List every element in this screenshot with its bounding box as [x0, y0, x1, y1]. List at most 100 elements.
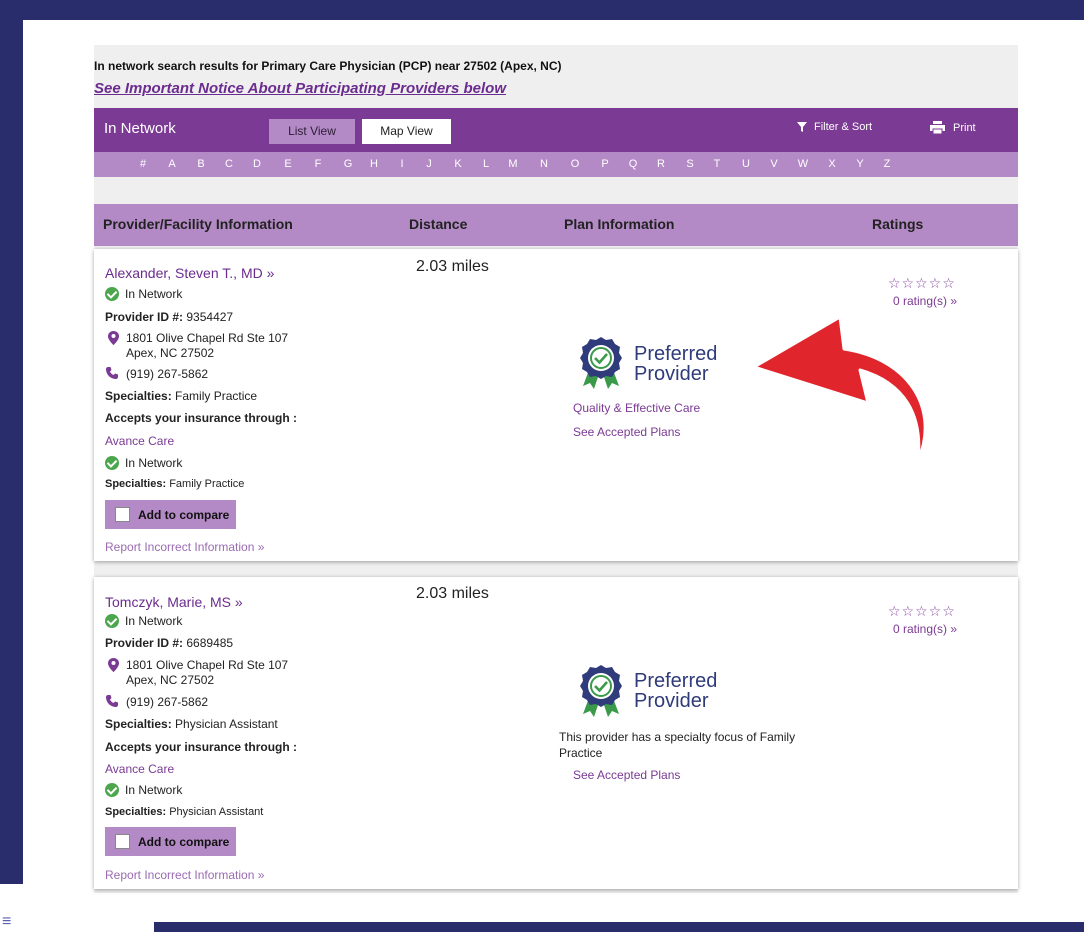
- alpha-filter-a[interactable]: A: [166, 158, 178, 170]
- check-icon: [105, 614, 119, 628]
- star-rating-icon[interactable]: ☆☆☆☆☆: [888, 275, 956, 292]
- group-specialties-label: Specialties:: [105, 478, 167, 490]
- group-specialties: Specialties: Family Practice: [105, 478, 244, 490]
- provider-id: Provider ID #: 6689485: [105, 636, 233, 650]
- provider-id-label: Provider ID #:: [105, 636, 184, 650]
- specialties-value: Family Practice: [175, 389, 258, 403]
- alpha-filter-l[interactable]: L: [480, 158, 492, 170]
- alpha-filter-i[interactable]: I: [396, 158, 408, 170]
- compare-label: Add to compare: [138, 834, 230, 849]
- preferred-label-line2: Provider: [634, 690, 709, 712]
- address-line1: 1801 Olive Chapel Rd Ste 107: [126, 331, 289, 345]
- network-toolbar: [94, 108, 1018, 152]
- provider-name-link[interactable]: Alexander, Steven T., MD »: [105, 265, 274, 281]
- add-to-compare-button[interactable]: Add to compare: [105, 827, 236, 856]
- provider-id-value: 6689485: [186, 636, 234, 650]
- alpha-filter-p[interactable]: P: [599, 158, 611, 170]
- accepts-label: Accepts your insurance through :: [105, 740, 298, 754]
- alpha-filter-n[interactable]: N: [538, 158, 550, 170]
- preferred-label-line1: Preferred: [634, 343, 718, 365]
- address-line2: Apex, NC 27502: [126, 673, 215, 687]
- tab-list-view[interactable]: List View: [269, 119, 355, 144]
- see-accepted-plans-link[interactable]: See Accepted Plans: [573, 768, 680, 782]
- group-network-status: In Network: [105, 456, 182, 470]
- alpha-filter-o[interactable]: O: [569, 158, 581, 170]
- preferred-label-line2: Provider: [634, 363, 709, 385]
- alpha-filter-hash[interactable]: #: [137, 158, 149, 170]
- provider-id-value: 9354427: [186, 310, 234, 324]
- alpha-filter-r[interactable]: R: [655, 158, 667, 170]
- report-incorrect-link[interactable]: Report Incorrect Information »: [105, 540, 264, 554]
- alpha-filter-u[interactable]: U: [740, 158, 752, 170]
- alpha-filter-j[interactable]: J: [423, 158, 435, 170]
- filter-sort-button[interactable]: Filter & Sort: [796, 121, 872, 133]
- frame-bottom: [154, 922, 1084, 932]
- group-specialties-label: Specialties:: [105, 806, 167, 818]
- alpha-filter-s[interactable]: S: [684, 158, 696, 170]
- provider-id-label: Provider ID #:: [105, 310, 184, 324]
- col-plan: Plan Information: [564, 216, 675, 232]
- alpha-filter-q[interactable]: Q: [627, 158, 639, 170]
- specialties: Specialties: Physician Assistant: [105, 717, 278, 731]
- col-distance: Distance: [409, 216, 468, 232]
- col-ratings: Ratings: [872, 216, 924, 232]
- network-status-label: In Network: [125, 614, 183, 628]
- col-provider: Provider/Facility Information: [103, 216, 293, 232]
- tab-map-view[interactable]: Map View: [362, 119, 451, 144]
- specialties-value: Physician Assistant: [175, 717, 278, 731]
- compare-checkbox[interactable]: [115, 507, 130, 522]
- plan-note-link[interactable]: Quality & Effective Care: [573, 401, 700, 415]
- print-button[interactable]: Print: [930, 121, 976, 134]
- group-specialties: Specialties: Physician Assistant: [105, 806, 263, 818]
- network-status: In Network: [105, 287, 182, 301]
- compare-checkbox[interactable]: [115, 834, 130, 849]
- alpha-filter-x[interactable]: X: [826, 158, 838, 170]
- alpha-filter-e[interactable]: E: [282, 158, 294, 170]
- location-pin-icon: [108, 658, 119, 672]
- phone-number[interactable]: (919) 267-5862: [126, 695, 208, 709]
- print-icon: [930, 121, 945, 134]
- alpha-filter-z[interactable]: Z: [881, 158, 893, 170]
- address-line1: 1801 Olive Chapel Rd Ste 107: [126, 658, 289, 672]
- frame-top: [0, 0, 1084, 20]
- check-icon: [105, 456, 119, 470]
- alpha-filter-d[interactable]: D: [251, 158, 263, 170]
- check-icon: [105, 783, 119, 797]
- group-link[interactable]: Avance Care: [105, 762, 174, 776]
- ratings-link[interactable]: 0 rating(s) »: [893, 294, 957, 308]
- provider-name-link[interactable]: Tomczyk, Marie, MS »: [105, 594, 243, 610]
- distance-value: 2.03 miles: [416, 258, 489, 275]
- alpha-filter-c[interactable]: C: [223, 158, 235, 170]
- preferred-label-line1: Preferred: [634, 670, 718, 692]
- phone-number[interactable]: (919) 267-5862: [126, 367, 208, 381]
- phone-icon: [106, 695, 118, 707]
- check-icon: [105, 287, 119, 301]
- alpha-filter-h[interactable]: H: [368, 158, 380, 170]
- star-rating-icon[interactable]: ☆☆☆☆☆: [888, 603, 956, 620]
- location-pin-icon: [108, 331, 119, 345]
- group-specialties-value: Physician Assistant: [169, 806, 264, 818]
- alpha-filter-m[interactable]: M: [507, 158, 519, 170]
- alpha-filter-v[interactable]: V: [768, 158, 780, 170]
- alpha-filter-y[interactable]: Y: [854, 158, 866, 170]
- alpha-filter-g[interactable]: G: [342, 158, 354, 170]
- preferred-badge-icon: [580, 337, 622, 389]
- important-notice-link[interactable]: See Important Notice About Participating…: [94, 80, 506, 97]
- alpha-filter-w[interactable]: W: [797, 158, 809, 170]
- see-accepted-plans-link[interactable]: See Accepted Plans: [573, 425, 680, 439]
- report-incorrect-link[interactable]: Report Incorrect Information »: [105, 868, 264, 882]
- add-to-compare-button[interactable]: Add to compare: [105, 500, 236, 529]
- alpha-filter-b[interactable]: B: [195, 158, 207, 170]
- alpha-filter-t[interactable]: T: [711, 158, 723, 170]
- specialty-focus-text: This provider has a specialty focus of F…: [559, 730, 796, 760]
- ratings-link[interactable]: 0 rating(s) »: [893, 622, 957, 636]
- group-link[interactable]: Avance Care: [105, 434, 174, 448]
- group-network-status: In Network: [105, 783, 182, 797]
- filter-icon: [797, 122, 807, 132]
- alpha-filter-k[interactable]: K: [452, 158, 464, 170]
- group-network-label: In Network: [125, 783, 183, 797]
- search-summary: In network search results for Primary Ca…: [94, 59, 562, 73]
- specialties: Specialties: Family Practice: [105, 389, 257, 403]
- network-status: In Network: [105, 614, 182, 628]
- alpha-filter-f[interactable]: F: [312, 158, 324, 170]
